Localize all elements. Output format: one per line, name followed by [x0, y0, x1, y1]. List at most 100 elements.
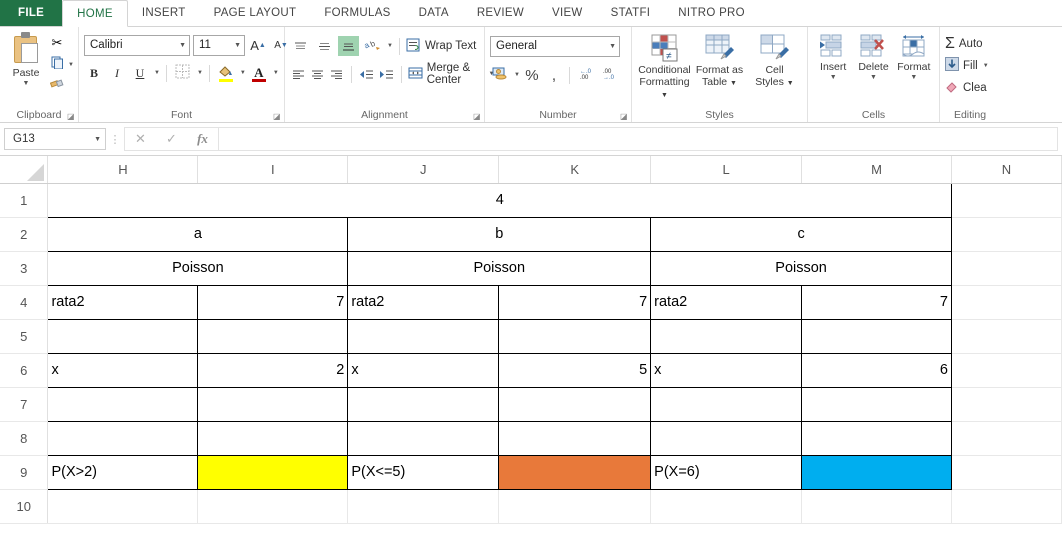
cell-L5[interactable] — [650, 318, 803, 354]
cell-L2-merged[interactable]: c — [650, 216, 952, 252]
cell-M10[interactable] — [801, 489, 952, 524]
name-box[interactable]: G13 ▼ — [4, 128, 106, 150]
tab-page-layout[interactable]: PAGE LAYOUT — [200, 0, 311, 26]
cancel-x-icon[interactable]: ✕ — [125, 127, 156, 151]
cell-N2[interactable] — [951, 217, 1062, 252]
confirm-check-icon[interactable]: ✓ — [156, 127, 187, 151]
format-as-table-button[interactable]: Format as Table ▼ — [692, 32, 747, 90]
decrease-decimal-button[interactable]: .00 →.0 — [598, 65, 619, 86]
cell-H6[interactable]: x — [47, 352, 199, 388]
orientation-button[interactable]: ab — [362, 36, 383, 57]
cell-L4[interactable]: rata2 — [650, 284, 803, 320]
tab-formulas[interactable]: FORMULAS — [310, 0, 404, 26]
cell-M5[interactable] — [801, 318, 952, 354]
chevron-down-icon[interactable]: ▼ — [387, 43, 393, 49]
cell-M9-blue[interactable] — [801, 454, 952, 490]
cell-K8[interactable] — [498, 420, 652, 456]
cell-J3-merged[interactable]: Poisson — [347, 250, 652, 286]
cell-M7[interactable] — [801, 386, 952, 422]
cell-J4[interactable]: rata2 — [347, 284, 500, 320]
align-right-button[interactable] — [329, 64, 345, 84]
insert-function-icon[interactable]: fx — [187, 127, 218, 151]
clear-button[interactable]: Clea — [945, 78, 987, 97]
chevron-down-icon[interactable]: ▼ — [154, 70, 160, 76]
italic-button[interactable]: I — [107, 63, 127, 84]
insert-cells-button[interactable]: Insert ▼ — [813, 32, 853, 81]
row-header-1[interactable]: 1 — [0, 183, 49, 218]
cell-M8[interactable] — [801, 420, 952, 456]
format-cells-button[interactable]: Format ▼ — [894, 32, 934, 81]
cell-L9[interactable]: P(X=6) — [650, 454, 803, 490]
cell-K5[interactable] — [498, 318, 652, 354]
number-dialog-launcher[interactable]: ◪ — [620, 112, 629, 121]
cell-N9[interactable] — [951, 455, 1062, 490]
cell-N4[interactable] — [951, 285, 1062, 320]
cell-N10[interactable] — [951, 489, 1062, 524]
align-bottom-button[interactable] — [338, 36, 359, 56]
cell-J10[interactable] — [347, 489, 500, 524]
row-header-8[interactable]: 8 — [0, 421, 49, 456]
font-name-combo[interactable]: Calibri ▼ — [84, 34, 190, 56]
cell-I9-yellow[interactable] — [197, 454, 349, 490]
cell-L7[interactable] — [650, 386, 803, 422]
percent-style-button[interactable]: % — [522, 65, 542, 86]
copy-button[interactable]: ▼ — [47, 55, 74, 74]
cell-H8[interactable] — [47, 420, 199, 456]
cell-H5[interactable] — [47, 318, 199, 354]
cell-I5[interactable] — [197, 318, 349, 354]
cell-K10[interactable] — [498, 489, 652, 524]
row-header-6[interactable]: 6 — [0, 353, 49, 388]
tab-view[interactable]: VIEW — [538, 0, 597, 26]
chevron-down-icon[interactable]: ▼ — [273, 70, 279, 76]
font-color-button[interactable]: A — [249, 63, 269, 84]
chevron-down-icon[interactable]: ▼ — [830, 74, 837, 81]
align-middle-button[interactable] — [314, 36, 335, 56]
formula-input[interactable] — [218, 127, 1058, 151]
merge-center-button[interactable]: Merge & Center ▼ — [408, 62, 494, 86]
column-header-H[interactable]: H — [47, 156, 199, 184]
decrease-indent-button[interactable] — [358, 64, 375, 84]
row-header-5[interactable]: 5 — [0, 319, 49, 354]
cell-I8[interactable] — [197, 420, 349, 456]
cell-N3[interactable] — [951, 251, 1062, 286]
cell-M4[interactable]: 7 — [801, 284, 952, 320]
cell-N7[interactable] — [951, 387, 1062, 422]
chevron-down-icon[interactable]: ▼ — [68, 62, 74, 68]
cell-M6[interactable]: 6 — [801, 352, 952, 388]
cell-K4[interactable]: 7 — [498, 284, 652, 320]
cell-L8[interactable] — [650, 420, 803, 456]
cell-styles-button[interactable]: Cell Styles ▼ — [747, 32, 802, 90]
cell-I10[interactable] — [197, 489, 349, 524]
number-format-combo[interactable]: General ▼ — [490, 35, 620, 57]
chevron-down-icon[interactable]: ▼ — [23, 80, 30, 87]
cut-button[interactable]: ✂ — [47, 33, 74, 52]
column-header-N[interactable]: N — [951, 156, 1062, 184]
cell-H10[interactable] — [47, 489, 199, 524]
column-header-J[interactable]: J — [347, 156, 500, 184]
chevron-down-icon[interactable]: ▼ — [175, 42, 186, 49]
column-header-M[interactable]: M — [801, 156, 952, 184]
cell-J7[interactable] — [347, 386, 500, 422]
cell-J8[interactable] — [347, 420, 500, 456]
row-header-7[interactable]: 7 — [0, 387, 49, 422]
cell-I4[interactable]: 7 — [197, 284, 349, 320]
cell-H4[interactable]: rata2 — [47, 284, 199, 320]
chevron-down-icon[interactable]: ▼ — [197, 70, 203, 76]
chevron-down-icon[interactable]: ▼ — [910, 74, 917, 81]
chevron-down-icon[interactable]: ▼ — [605, 43, 616, 50]
cell-J2-merged[interactable]: b — [347, 216, 652, 252]
tab-home[interactable]: HOME — [62, 0, 128, 27]
cell-N1[interactable] — [951, 183, 1062, 218]
chevron-down-icon[interactable]: ▼ — [230, 42, 241, 49]
chevron-down-icon[interactable]: ▼ — [870, 74, 877, 81]
accounting-format-button[interactable] — [490, 65, 511, 86]
borders-button[interactable] — [173, 63, 193, 84]
cell-N5[interactable] — [951, 319, 1062, 354]
autosum-button[interactable]: Σ Auto — [945, 34, 983, 53]
chevron-down-icon[interactable]: ▼ — [240, 70, 246, 76]
cell-H1-merged[interactable]: 4 — [47, 182, 952, 218]
fill-button[interactable]: Fill ▼ — [945, 56, 989, 75]
cell-I6[interactable]: 2 — [197, 352, 349, 388]
tab-insert[interactable]: INSERT — [128, 0, 200, 26]
chevron-down-icon[interactable]: ▼ — [94, 136, 101, 143]
